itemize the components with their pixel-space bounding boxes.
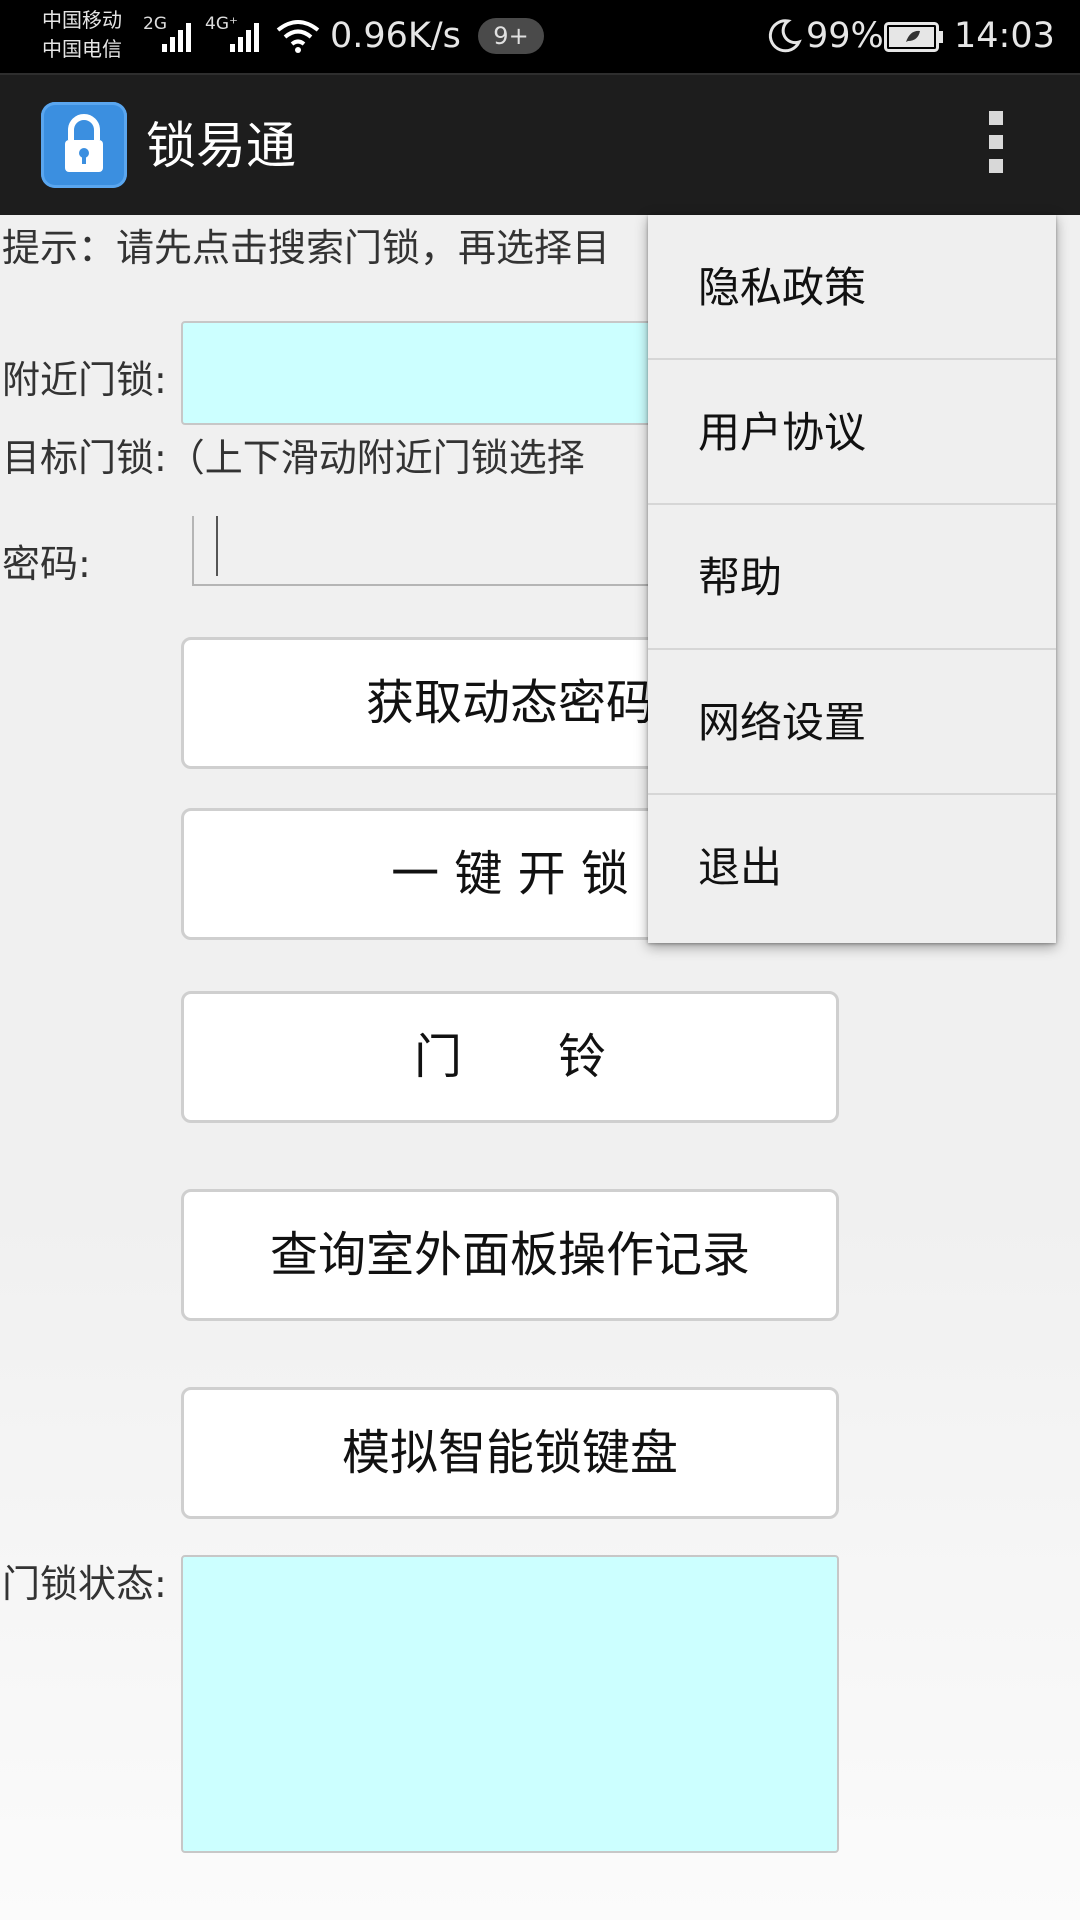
menu-item-network-settings[interactable]: 网络设置 <box>648 650 1056 795</box>
battery-icon <box>884 22 943 52</box>
signal-strength-icon-2 <box>230 23 259 52</box>
simulate-smart-lock-keyboard-button[interactable]: 模拟智能锁键盘 <box>181 1387 839 1519</box>
app-title: 锁易通 <box>146 117 296 175</box>
overflow-menu: 隐私政策 用户协议 帮助 网络设置 退出 <box>648 215 1056 943</box>
do-not-disturb-moon-icon <box>768 19 802 53</box>
carrier-2-label: 中国电信 <box>42 37 122 61</box>
signal-strength-icon-1 <box>162 23 191 52</box>
notification-count-badge: 9+ <box>478 18 544 54</box>
nearby-locks-list[interactable] <box>181 321 721 425</box>
network-speed: 0.96K/s <box>330 16 461 56</box>
battery-percentage: 99% <box>806 16 884 56</box>
nearby-locks-label: 附近门锁: <box>2 358 167 402</box>
carrier-1-label: 中国移动 <box>42 8 122 32</box>
lock-status-label: 门锁状态: <box>2 1562 167 1606</box>
padlock-app-icon <box>41 102 127 188</box>
password-input[interactable] <box>192 516 662 586</box>
menu-item-user-agreement[interactable]: 用户协议 <box>648 360 1056 505</box>
padlock-icon <box>65 114 103 172</box>
hint-text: 提示：请先点击搜索门锁，再选择目 <box>2 226 611 270</box>
status-bar: 中国移动 中国电信 2G 4G⁺ 0.96K/s 9+ 99% 14:03 <box>0 0 1080 73</box>
menu-item-exit[interactable]: 退出 <box>648 795 1056 940</box>
password-label: 密码: <box>2 542 91 586</box>
text-cursor <box>216 516 218 576</box>
action-bar: 锁易通 <box>0 73 1080 215</box>
menu-item-privacy-policy[interactable]: 隐私政策 <box>648 215 1056 360</box>
wifi-icon <box>276 20 320 53</box>
carrier-info: 中国移动 中国电信 <box>42 6 122 64</box>
lock-status-display <box>181 1555 839 1853</box>
target-lock-label: 目标门锁:（上下滑动附近门锁选择 <box>2 436 585 480</box>
clock: 14:03 <box>954 16 1055 56</box>
more-vertical-icon[interactable] <box>980 111 1012 181</box>
menu-item-help[interactable]: 帮助 <box>648 505 1056 650</box>
doorbell-button[interactable]: 门 铃 <box>181 991 839 1123</box>
query-outdoor-panel-records-button[interactable]: 查询室外面板操作记录 <box>181 1189 839 1321</box>
